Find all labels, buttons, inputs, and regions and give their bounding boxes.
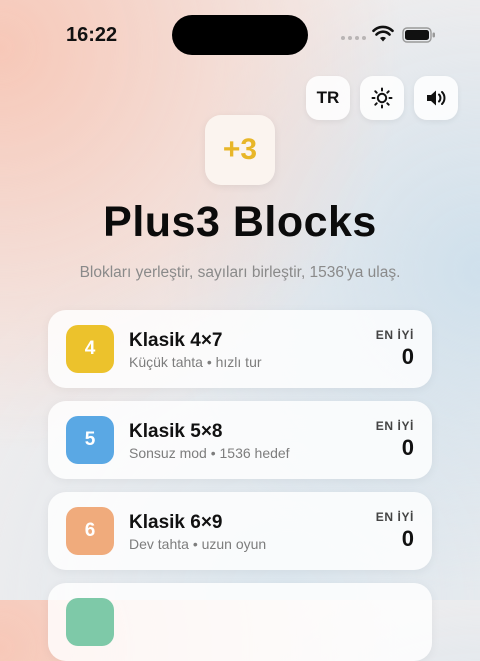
wifi-icon [372,25,394,42]
dynamic-island [172,15,308,55]
app-logo: +3 [205,115,275,185]
sun-icon [371,87,393,109]
best-score-value: 0 [401,344,414,369]
mode-card-next[interactable] [48,583,432,661]
speaker-icon [427,90,446,106]
mode-name: Klasik 6×9 [129,512,223,533]
mode-name: Klasik 5×8 [129,421,223,442]
mode-description: Dev tahta • uzun oyun [129,536,267,552]
app-logo-text: +3 [222,133,258,166]
status-time: 16:22 [66,24,118,46]
mode-badge: 4 [66,325,114,373]
app-subtitle: Blokları yerleştir, sayıları birleştir, … [79,264,401,281]
mode-card-classic-4x7[interactable]: 4 Klasik 4×7 Küçük tahta • hızlı tur EN … [48,310,432,388]
battery-icon [402,27,435,43]
language-button[interactable]: TR [306,76,350,120]
mode-badge [66,598,114,646]
language-label: TR [316,88,340,107]
mode-badge: 6 [66,507,114,555]
mode-card-classic-5x8[interactable]: 5 Klasik 5×8 Sonsuz mod • 1536 hedef EN … [48,401,432,479]
signal-icon [341,36,366,40]
theme-toggle-button[interactable] [360,76,404,120]
app-title: Plus3 Blocks [103,198,377,246]
sound-toggle-button[interactable] [414,76,458,120]
top-toolbar: TR [306,76,458,120]
mode-description: Küçük tahta • hızlı tur [129,354,262,370]
mode-badge: 5 [66,416,114,464]
best-score-label: EN İYİ [375,419,414,433]
mode-description: Sonsuz mod • 1536 hedef [129,445,290,461]
best-score-value: 0 [401,526,414,551]
best-score-label: EN İYİ [375,328,414,342]
best-score-label: EN İYİ [375,510,414,524]
mode-name: Klasik 4×7 [129,330,223,351]
status-bar: 16:22 [0,0,480,70]
mode-card-classic-6x9[interactable]: 6 Klasik 6×9 Dev tahta • uzun oyun EN İY… [48,492,432,570]
best-score-value: 0 [401,435,414,460]
